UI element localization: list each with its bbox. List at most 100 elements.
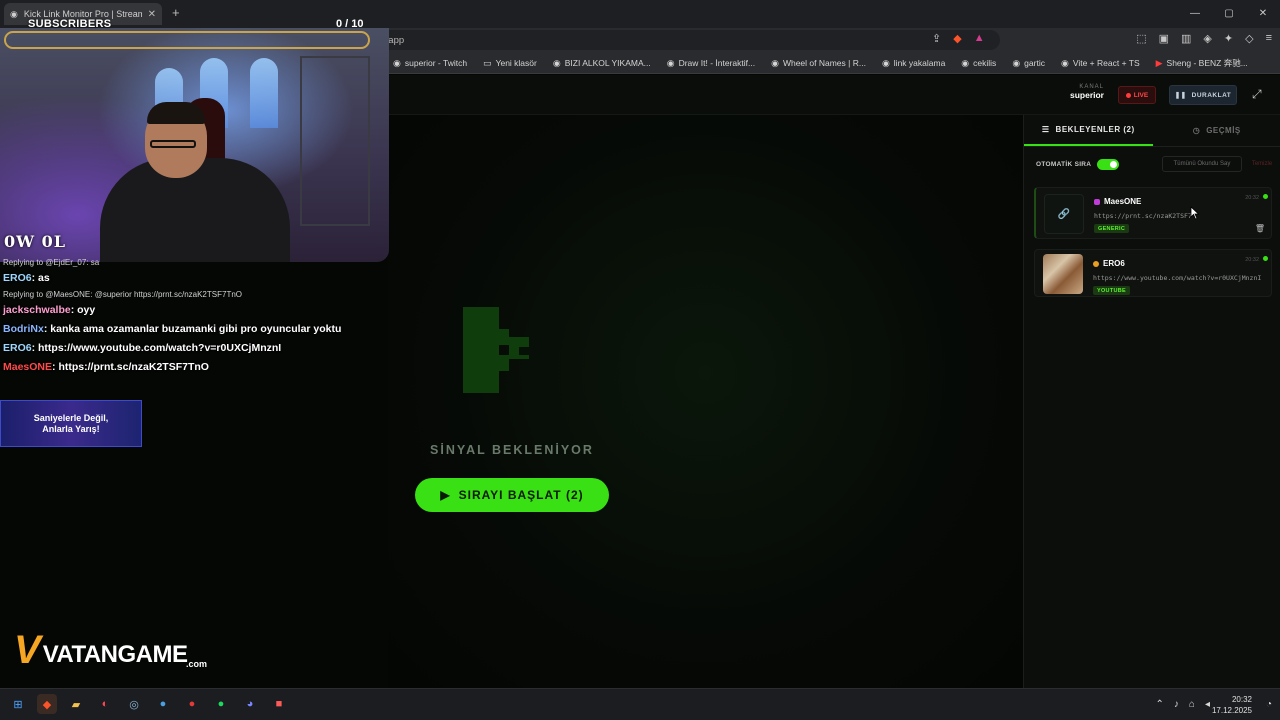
bookmark-label: Vite + React + TS [1072,58,1140,68]
app-icon[interactable]: ● [182,694,202,714]
bookmark-item[interactable]: ▭ Yeni klasör [483,58,537,69]
maximize-button[interactable]: ▢ [1212,0,1246,28]
streamer-glasses [150,140,196,148]
bookmark-list: ◉ superior - Twitch ▭ Yeni klasör ◉ BIZI ALKO… [393,52,1248,74]
window-decoration [250,58,278,128]
brave-browser-icon[interactable]: ◆ [37,694,57,714]
live-button[interactable]: LIVE [1118,86,1156,104]
chat-reply-context: Replying to @EjdEr_07: sa [3,258,100,267]
chat-username: jackschwalbe [3,304,71,316]
trash-icon[interactable]: 🗑 [1255,224,1265,233]
chat-text: kanka ama ozamanlar buzamanki gibi pro o… [50,323,342,335]
auto-queue-toggle[interactable] [1097,158,1120,170]
clock[interactable]: 20:32 17.12.2025 [1212,694,1252,716]
folder-icon: ▭ [483,57,492,68]
close-window-button[interactable]: ✕ [1246,0,1280,28]
promo-banner: Saniyelerle Değil, Anlarla Yarış! [0,400,142,447]
bookmark-item[interactable]: ◉ BIZI ALKOL YIKAMA... [553,58,651,69]
queue-user: ERO6 [1093,259,1125,268]
clear-button[interactable]: Temizle [1246,156,1278,172]
file-explorer-icon[interactable]: ▰ [66,694,86,714]
youtube-icon: ▶ [1155,57,1163,68]
chat-text: https://prnt.sc/nzaK2TSF7TnO [58,361,209,373]
queue-url[interactable]: https://www.youtube.com/watch?v=r0UXCjMn… [1093,274,1268,282]
youtube-thumbnail [1043,254,1083,294]
chat-message: ERO6: https://www.youtube.com/watch?v=r0… [3,341,383,355]
type-badge: YOUTUBE [1093,286,1130,295]
brand-name: VATANGAME [42,641,188,668]
vpn-icon[interactable]: ◈ [1203,32,1211,45]
mark-all-read-button[interactable]: Tümünü Okundu Say [1162,156,1242,172]
queue-item[interactable]: ERO6 https://www.youtube.com/watch?v=r0U… [1034,249,1272,297]
bookmark-item[interactable]: ◉ Draw It! - İnteraktif... [667,58,755,69]
pause-button[interactable]: ❚❚ DURAKLAT [1169,85,1237,105]
close-tab-icon[interactable]: ✕ [148,9,156,20]
chat-message: BodriNx: kanka ama ozamanlar buzamanki g… [3,322,383,336]
spotify-icon[interactable]: ● [211,694,231,714]
wallet-icon[interactable]: ▣ [1159,32,1169,45]
address-actions: ⇪ ◆ ▲ [932,32,985,45]
menu-icon[interactable]: ≡ [1266,32,1272,45]
brave-rewards-icon[interactable]: ▲ [974,32,985,45]
chevron-up-icon[interactable]: ⌃ [1156,699,1164,710]
twitch-icon: ◉ [393,57,401,68]
queue-time: 20:32 [1245,195,1259,201]
new-tab-button[interactable]: + [172,5,180,20]
ai-icon[interactable]: ✦ [1224,32,1233,45]
chat-text: as [38,272,50,284]
brand-domain: .com [186,659,208,669]
valorant-icon[interactable]: ◐ [95,694,115,714]
vatangame-logo: V VATANGAME .com [14,628,207,672]
vatan-v-icon: V [14,628,41,672]
bookmark-item[interactable]: ◉ Vite + React + TS [1061,58,1140,69]
bookmark-label: Wheel of Names | R... [782,58,866,68]
bookmark-item[interactable]: ◉ superior - Twitch [393,58,467,69]
brave-shield-icon[interactable]: ◆ [953,32,961,45]
bookmark-item[interactable]: ◉ link yakalama [882,58,945,69]
play-icon: ▶ [440,488,451,502]
bookmark-label: Draw It! - İnteraktif... [678,58,756,68]
shield-icon[interactable]: ◇ [1245,32,1253,45]
subscribers-label: SUBSCRIBERS [28,18,112,30]
tab-history[interactable]: ◷ GEÇMİŞ [1153,115,1280,146]
bookmark-icon: ◉ [1012,57,1021,68]
user-badge-icon [1093,260,1099,267]
bookmark-item[interactable]: ◉ Wheel of Names | R... [771,58,866,69]
bookmark-icon: ◉ [666,57,675,68]
network-icon[interactable]: ⌂ [1189,699,1195,710]
taskbar-apps: ⊞ ◆ ▰ ◐ ◎ ● ● ● ◕ ■ [8,694,289,714]
clock-icon: ◷ [1192,126,1201,135]
discord-icon[interactable]: ◕ [240,694,260,714]
start-queue-button[interactable]: ▶ SIRAYI BAŞLAT (2) [415,478,609,512]
status-dot-icon [1263,194,1268,199]
tab-history-label: GEÇMİŞ [1206,126,1241,135]
queue-user-name: MaesONE [1104,197,1142,206]
extensions-icon[interactable]: ⬚ [1136,32,1146,45]
steam-icon[interactable]: ◎ [124,694,144,714]
app-icon[interactable]: ■ [269,694,289,714]
browser-tab-bar: ◉ Kick Link Monitor Pro | Stream D... ✕ … [0,0,1280,28]
bookmark-label: Yeni klasör [495,58,537,68]
screen: ◉ Kick Link Monitor Pro | Stream D... ✕ … [0,0,1280,720]
bookmark-item[interactable]: ▶ Sheng - BENZ 奔驰... [1156,57,1248,69]
windows-start-icon[interactable]: ⊞ [8,694,28,714]
sidebar-icon[interactable]: ▥ [1181,32,1191,45]
bookmark-icon: ◉ [1060,57,1069,68]
volume-icon[interactable]: ◂ [1205,699,1210,710]
queue-url[interactable]: https://prnt.sc/nzaK2TSF7 [1094,212,1269,220]
notification-bell-icon[interactable]: ◔ [1266,699,1272,710]
bookmark-item[interactable]: ◉ gartic [1012,58,1045,69]
external-link-icon[interactable]: ⤢ [1252,87,1262,102]
app-icon[interactable]: ● [153,694,173,714]
share-icon[interactable]: ⇪ [932,32,941,45]
minimize-button[interactable]: — [1178,0,1212,28]
promo-line-2: Anlarla Yarış! [42,423,100,434]
chat-message: MaesONE: https://prnt.sc/nzaK2TSF7TnO [3,360,383,374]
taskbar: ⊞ ◆ ▰ ◐ ◎ ● ● ● ◕ ■ ⌃ ♪ ⌂ ◂ 20:32 17.12.… [0,688,1280,720]
subscribers-counter: 0 / 10 [336,18,364,30]
window-controls: — ▢ ✕ [1178,0,1280,28]
microphone-icon[interactable]: ♪ [1174,699,1179,710]
queue-item[interactable]: 🔗 MaesONE https://prnt.sc/nzaK2TSF7 GENE… [1034,187,1272,239]
tab-waiting[interactable]: ☰ BEKLEYENLER (2) [1024,115,1153,146]
bookmark-item[interactable]: ◉ cekilis [961,58,996,69]
